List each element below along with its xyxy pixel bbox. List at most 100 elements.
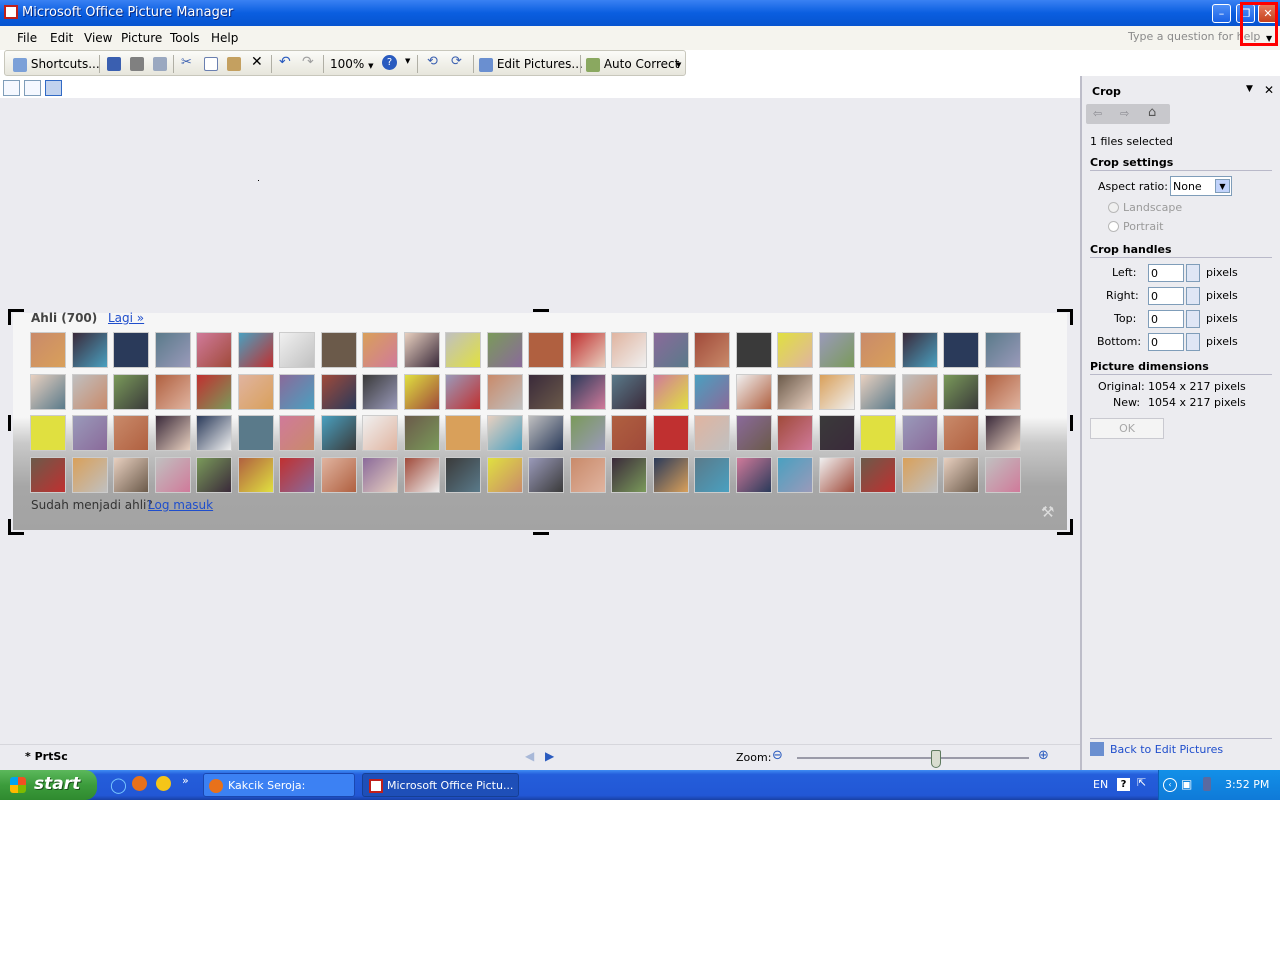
ok-button[interactable]: OK (1090, 418, 1164, 439)
close-pane-icon[interactable]: ✕ (1264, 83, 1274, 97)
home-icon[interactable]: ⌂ (1148, 105, 1156, 120)
aspect-ratio-label: Aspect ratio: (1098, 180, 1168, 193)
messenger-icon[interactable] (156, 776, 171, 791)
back-to-edit-link[interactable]: Back to Edit Pictures (1110, 743, 1223, 756)
pane-nav-bar: ⇦ ⇨ ⌂ (1086, 104, 1170, 124)
edit-pictures-button[interactable]: Edit Pictures... (479, 55, 583, 73)
network-icon[interactable]: ▣ (1181, 777, 1192, 791)
auto-correct-button[interactable]: Auto Correct (586, 55, 679, 73)
member-avatar (113, 373, 149, 410)
crop-handle-top-left[interactable] (8, 309, 24, 325)
delete-icon[interactable]: ✕ (251, 54, 263, 70)
single-picture-view-icon[interactable] (45, 80, 62, 96)
start-button[interactable]: start (0, 770, 97, 800)
left-handle-spinner[interactable] (1186, 264, 1200, 282)
member-avatar (71, 373, 108, 410)
rotate-right-icon[interactable]: ⟳ (451, 54, 462, 69)
top-handle-input[interactable]: 0 (1148, 310, 1184, 328)
crop-handle-bottom[interactable] (533, 532, 549, 535)
portrait-radio[interactable] (1108, 221, 1119, 232)
left-handle-input[interactable]: 0 (1148, 264, 1184, 282)
forward-icon[interactable]: ⇨ (1120, 107, 1129, 120)
member-avatar (237, 456, 274, 493)
crop-handle-bottom-left[interactable] (8, 519, 24, 535)
members-heading: Ahli (700) (31, 311, 98, 325)
menu-edit[interactable]: Edit (50, 31, 73, 45)
zoom-slider-thumb[interactable] (931, 750, 942, 768)
member-avatar (652, 456, 689, 493)
crop-handle-top[interactable] (533, 309, 549, 312)
back-icon[interactable]: ⇦ (1093, 107, 1102, 120)
menu-help[interactable]: Help (211, 31, 238, 45)
keyboard-options-icon[interactable]: ⇱ (1137, 776, 1146, 789)
save-icon[interactable] (107, 57, 121, 71)
internet-explorer-icon[interactable]: ◯ (110, 776, 127, 794)
crop-handle-right[interactable] (1070, 415, 1073, 431)
left-handle-label: Left: (1112, 266, 1137, 279)
paste-icon[interactable] (227, 57, 241, 71)
landscape-radio[interactable] (1108, 202, 1119, 213)
menu-file[interactable]: File (17, 31, 37, 45)
task-picture-manager-label: Microsoft Office Pictu... (387, 779, 514, 792)
bottom-handle-input[interactable]: 0 (1148, 333, 1184, 351)
copy-icon[interactable] (204, 57, 218, 71)
member-avatar (320, 415, 357, 451)
crop-handle-top-right[interactable] (1057, 309, 1073, 325)
member-avatar (486, 415, 523, 451)
minimize-button[interactable]: – (1212, 4, 1231, 23)
right-handle-input[interactable]: 0 (1148, 287, 1184, 305)
tools-icon: ⚒ (1041, 503, 1055, 521)
file-name: * PrtSc (25, 750, 68, 763)
toolbar-options-icon[interactable]: ▼ (405, 57, 410, 65)
help-icon[interactable]: ? (382, 55, 397, 70)
menu-tools[interactable]: Tools (170, 31, 200, 45)
print-icon[interactable] (130, 57, 144, 71)
bottom-handle-spinner[interactable] (1186, 333, 1200, 351)
crop-handle-bottom-right[interactable] (1057, 519, 1073, 535)
toolbar-overflow-icon[interactable]: ▼ (676, 61, 681, 69)
divider (1090, 374, 1272, 375)
undo-icon[interactable]: ↶ (279, 54, 291, 70)
shortcuts-button[interactable]: Shortcuts... (13, 55, 100, 73)
auto-correct-icon (586, 57, 600, 72)
task-firefox[interactable]: Kakcik Seroja: Klasik.... (203, 773, 355, 816)
usb-icon[interactable] (1203, 777, 1211, 791)
standard-toolbar: Shortcuts... ✂ ✕ ↶ ↷ 100% ▼ ? ▼ ⟲ ⟳ Edit… (4, 50, 686, 76)
thumbnail-view-icon[interactable] (3, 80, 20, 96)
member-avatar (30, 415, 66, 451)
menu-view[interactable]: View (84, 31, 112, 45)
firefox-icon[interactable] (132, 776, 147, 791)
crop-handle-left[interactable] (8, 415, 11, 431)
task-firefox-label: Kakcik Seroja: Klasik.... (228, 779, 306, 816)
filmstrip-view-icon[interactable] (24, 80, 41, 96)
member-avatar (196, 373, 232, 410)
redo-icon[interactable]: ↷ (302, 54, 314, 70)
email-icon[interactable] (153, 57, 167, 71)
previous-picture-icon[interactable]: ◀ (525, 749, 534, 763)
top-handle-spinner[interactable] (1186, 310, 1200, 328)
language-help-icon[interactable]: ? (1117, 778, 1130, 791)
zoom-dropdown[interactable]: 100% ▼ (330, 55, 378, 73)
tray-expand-icon[interactable]: ‹ (1163, 778, 1177, 792)
original-label: Original: (1098, 380, 1145, 393)
next-picture-icon[interactable]: ▶ (545, 749, 554, 763)
zoom-slider-track[interactable] (797, 757, 1029, 759)
task-picture-manager[interactable]: Microsoft Office Pictu... (362, 773, 519, 797)
rotate-left-icon[interactable]: ⟲ (427, 54, 438, 69)
quicklaunch-more-icon[interactable]: » (182, 774, 189, 787)
pane-menu-icon[interactable]: ▼ (1246, 84, 1253, 94)
left-handle-unit: pixels (1206, 266, 1238, 279)
cut-icon[interactable]: ✂ (181, 55, 192, 70)
member-avatar (818, 373, 855, 410)
language-indicator[interactable]: EN (1093, 778, 1108, 791)
member-avatar (694, 415, 730, 451)
zoom-out-icon[interactable]: ⊖ (772, 748, 783, 763)
portrait-label: Portrait (1123, 220, 1164, 233)
aspect-ratio-select[interactable]: None ▼ (1170, 176, 1232, 196)
zoom-in-icon[interactable]: ⊕ (1038, 748, 1049, 763)
member-avatar (403, 415, 440, 451)
picture-canvas[interactable]: Ahli (700) Lagi » Sudah menjadi ahli? Lo… (13, 311, 1067, 530)
member-avatar (279, 332, 315, 368)
right-handle-spinner[interactable] (1186, 287, 1200, 305)
menu-picture[interactable]: Picture (121, 31, 162, 45)
